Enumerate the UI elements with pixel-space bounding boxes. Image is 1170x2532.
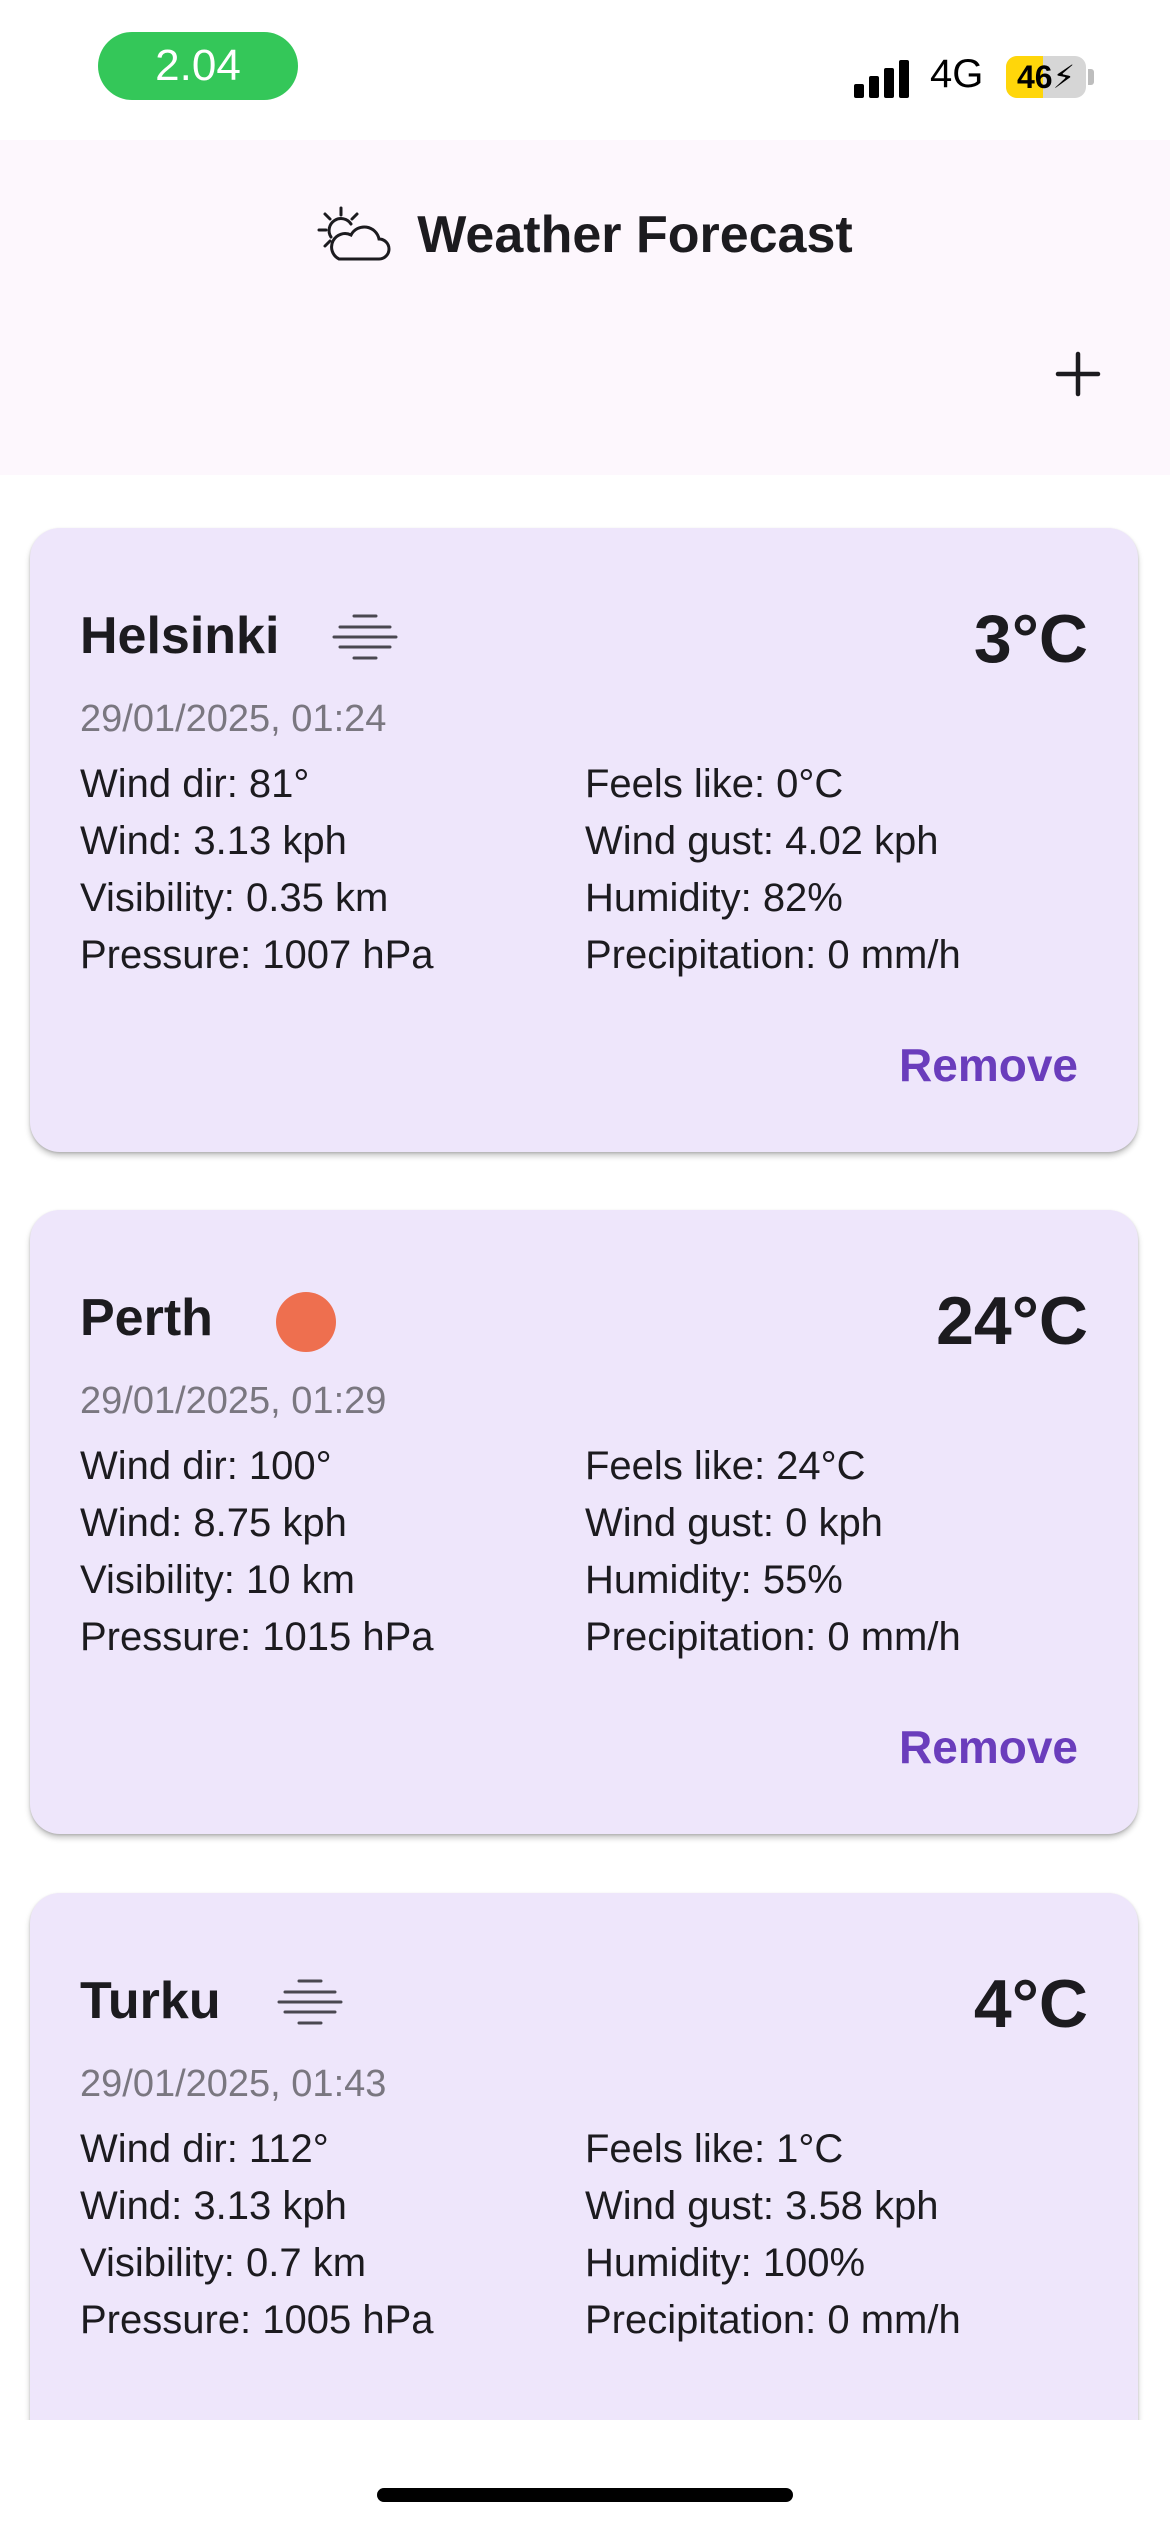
city-name: Helsinki [80,607,280,665]
page-title: Weather Forecast [417,206,853,264]
battery-nub [1088,69,1094,85]
cellular-signal-icon [854,58,914,98]
wind-direction: Wind dir: 100° [80,1444,332,1488]
weather-card: Turku 4°C 29/01/2025, 01:43 Wind dir: 11… [30,1893,1138,2420]
observation-time: 29/01/2025, 01:24 [80,698,387,740]
city-name: Perth [80,1289,213,1347]
temperature: 3°C [973,601,1088,677]
temperature: 4°C [973,1966,1088,2042]
precipitation: Precipitation: 0 mm/h [585,2298,961,2342]
visibility: Visibility: 0.35 km [80,876,389,920]
remove-button[interactable]: Remove [899,1720,1078,1774]
stats-left-column: Wind dir: 112° Wind: 3.13 kph Visibility… [80,2121,434,2349]
app-screen: 2.04 4G 46 ⚡︎ Weather Forecast Helsinki … [0,0,1170,2532]
observation-time: 29/01/2025, 01:43 [80,2063,387,2105]
weather-card: Helsinki 3°C 29/01/2025, 01:24 Wind dir:… [30,528,1138,1152]
precipitation: Precipitation: 0 mm/h [585,1615,961,1659]
add-city-button[interactable] [1040,336,1116,412]
visibility: Visibility: 10 km [80,1558,355,1602]
stats-right-column: Feels like: 0°C Wind gust: 4.02 kph Humi… [585,756,961,984]
battery-percentage: 46 ⚡︎ [1016,58,1076,96]
status-time[interactable]: 2.04 [98,32,298,100]
sun-behind-cloud-icon [317,206,391,261]
stats-right-column: Feels like: 1°C Wind gust: 3.58 kph Humi… [585,2121,961,2349]
feels-like: Feels like: 0°C [585,762,844,806]
weather-list[interactable]: Helsinki 3°C 29/01/2025, 01:24 Wind dir:… [0,475,1170,2420]
status-bar: 2.04 4G 46 ⚡︎ [0,0,1170,140]
visibility: Visibility: 0.7 km [80,2241,367,2285]
app-bar [0,140,1170,475]
precipitation: Precipitation: 0 mm/h [585,933,961,977]
stats-left-column: Wind dir: 100° Wind: 8.75 kph Visibility… [80,1438,434,1666]
temperature: 24°C [936,1283,1088,1359]
observation-time: 29/01/2025, 01:29 [80,1380,387,1422]
wind-speed: Wind: 3.13 kph [80,2184,347,2228]
stats-right-column: Feels like: 24°C Wind gust: 0 kph Humidi… [585,1438,961,1666]
pressure: Pressure: 1015 hPa [80,1615,434,1659]
home-indicator-area [0,2420,1170,2532]
weather-card: Perth 24°C 29/01/2025, 01:29 Wind dir: 1… [30,1210,1138,1834]
city-name: Turku [80,1972,221,2030]
stats-left-column: Wind dir: 81° Wind: 3.13 kph Visibility:… [80,756,434,984]
wind-gust: Wind gust: 4.02 kph [585,819,939,863]
wind-direction: Wind dir: 81° [80,762,310,806]
network-type: 4G [930,52,984,96]
fog-icon [277,1979,343,2025]
wind-direction: Wind dir: 112° [80,2127,329,2171]
sun-icon [276,1292,336,1352]
wind-gust: Wind gust: 0 kph [585,1501,883,1545]
remove-button[interactable]: Remove [899,1038,1078,1092]
humidity: Humidity: 55% [585,1558,843,1602]
app-title-row: Weather Forecast [0,205,1170,265]
fog-icon [332,614,398,660]
humidity: Humidity: 100% [585,2241,866,2285]
plus-icon [1055,351,1101,397]
wind-speed: Wind: 3.13 kph [80,819,347,863]
battery-icon: 46 ⚡︎ [1006,56,1086,98]
feels-like: Feels like: 1°C [585,2127,844,2171]
home-indicator[interactable] [377,2488,793,2502]
charging-bolt-icon: ⚡︎ [1052,59,1076,95]
feels-like: Feels like: 24°C [585,1444,866,1488]
wind-speed: Wind: 8.75 kph [80,1501,347,1545]
pressure: Pressure: 1005 hPa [80,2298,434,2342]
pressure: Pressure: 1007 hPa [80,933,434,977]
wind-gust: Wind gust: 3.58 kph [585,2184,939,2228]
humidity: Humidity: 82% [585,876,843,920]
